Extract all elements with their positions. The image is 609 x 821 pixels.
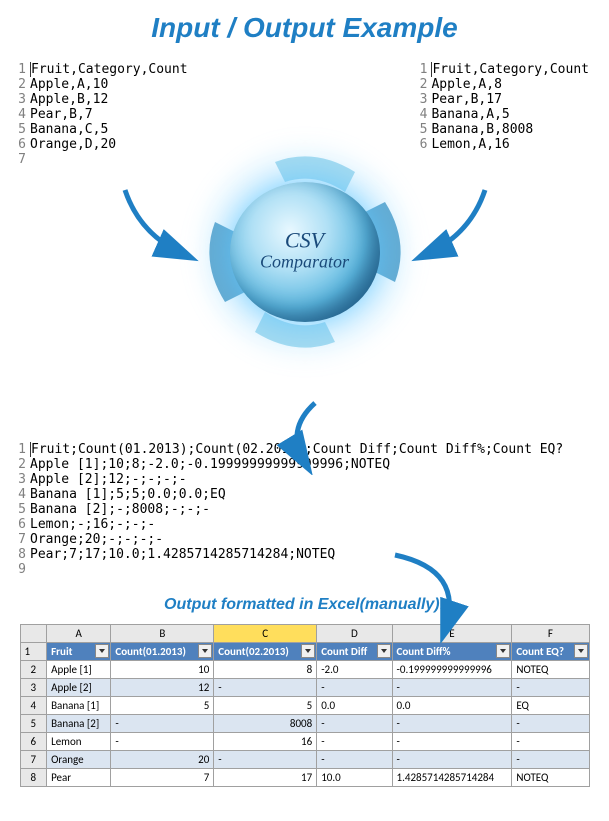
arrow-down-icon <box>255 395 355 475</box>
csv-line: 4Pear,B,7 <box>14 107 188 122</box>
filter-dropdown-icon[interactable] <box>95 644 109 658</box>
filter-dropdown-icon[interactable] <box>301 644 315 658</box>
cell[interactable]: 0.0 <box>392 697 512 715</box>
cell[interactable]: NOTEQ <box>512 661 589 679</box>
excel-table: ABCDEF 1FruitCount(01.2013)Count(02.2013… <box>20 624 590 787</box>
table-row: 4Banana [1]550.00.0EQ <box>20 697 589 715</box>
row-header[interactable]: 6 <box>20 733 47 751</box>
cell[interactable]: - <box>317 715 392 733</box>
cell[interactable]: - <box>512 679 589 697</box>
cell[interactable]: - <box>512 751 589 769</box>
cell[interactable]: - <box>392 733 512 751</box>
cell[interactable]: 16 <box>214 733 317 751</box>
cell[interactable]: 10.0 <box>317 769 392 787</box>
cell[interactable]: Orange <box>47 751 111 769</box>
row-header[interactable]: 4 <box>20 697 47 715</box>
cell[interactable]: 17 <box>214 769 317 787</box>
excel-body: 2Apple [1]108-2.0-0.199999999999996NOTEQ… <box>20 661 589 787</box>
filter-dropdown-icon[interactable] <box>496 644 510 658</box>
cell[interactable]: Apple [1] <box>47 661 111 679</box>
cell[interactable]: Pear <box>47 769 111 787</box>
csv-line: 1Fruit,Category,Count <box>14 62 188 77</box>
cell[interactable]: Banana [1] <box>47 697 111 715</box>
cell[interactable]: 10 <box>111 661 214 679</box>
page-title: Input / Output Example <box>0 0 609 62</box>
cell[interactable]: Banana [2] <box>47 715 111 733</box>
excel-col-headers: ABCDEF <box>20 625 589 643</box>
cell[interactable]: 5 <box>214 697 317 715</box>
logo-line1: CSV <box>260 227 349 253</box>
col-header[interactable]: F <box>512 625 589 643</box>
cell[interactable]: - <box>317 679 392 697</box>
cell[interactable]: - <box>214 751 317 769</box>
cell[interactable]: NOTEQ <box>512 769 589 787</box>
row-header[interactable]: 2 <box>20 661 47 679</box>
cell[interactable]: 20 <box>111 751 214 769</box>
cell[interactable]: Lemon <box>47 733 111 751</box>
cell[interactable]: - <box>512 733 589 751</box>
table-row: 3Apple [2]12---- <box>20 679 589 697</box>
cell[interactable]: 0.0 <box>317 697 392 715</box>
cell[interactable]: - <box>214 679 317 697</box>
cell[interactable]: 12 <box>111 679 214 697</box>
cell[interactable]: -0.199999999999996 <box>392 661 512 679</box>
col-header[interactable] <box>20 625 47 643</box>
csv-line: 3Pear,B,17 <box>415 92 589 107</box>
cell[interactable]: Apple [2] <box>47 679 111 697</box>
cell[interactable]: - <box>392 751 512 769</box>
row-header[interactable]: 3 <box>20 679 47 697</box>
table-row: 8Pear71710.01.4285714285714284NOTEQ <box>20 769 589 787</box>
row-header[interactable]: 8 <box>20 769 47 787</box>
csv-line: 1Fruit,Category,Count <box>415 62 589 77</box>
row-header[interactable]: 7 <box>20 751 47 769</box>
filter-header[interactable]: Count(01.2013) <box>111 643 214 661</box>
cell[interactable]: - <box>111 715 214 733</box>
col-header[interactable]: B <box>111 625 214 643</box>
cell[interactable]: 8008 <box>214 715 317 733</box>
filter-dropdown-icon[interactable] <box>377 644 391 658</box>
csv-line: 5Banana,C,5 <box>14 122 188 137</box>
logo-line2: Comparator <box>260 251 349 272</box>
table-row: 6Lemon-16--- <box>20 733 589 751</box>
cell[interactable]: - <box>317 751 392 769</box>
col-header[interactable]: C <box>214 625 317 643</box>
cell[interactable]: - <box>512 715 589 733</box>
cell[interactable]: 8 <box>214 661 317 679</box>
cell[interactable]: 5 <box>111 697 214 715</box>
cell[interactable]: 7 <box>111 769 214 787</box>
filter-header[interactable]: Count(02.2013) <box>214 643 317 661</box>
csv-line: 3Apple,B,12 <box>14 92 188 107</box>
csv-line: 5Banana [2];-;8008;-;-;- <box>14 502 563 517</box>
cell[interactable]: - <box>111 733 214 751</box>
table-row: 5Banana [2]-8008--- <box>20 715 589 733</box>
table-row: 2Apple [1]108-2.0-0.199999999999996NOTEQ <box>20 661 589 679</box>
csv-line: 2Apple,A,10 <box>14 77 188 92</box>
csv-line: 5Banana,B,8008 <box>415 122 589 137</box>
logo: CSV Comparator <box>0 137 609 372</box>
row-header[interactable]: 5 <box>20 715 47 733</box>
filter-dropdown-icon[interactable] <box>574 644 588 658</box>
csv-line: 4Banana,A,5 <box>415 107 589 122</box>
cell[interactable]: 1.4285714285714284 <box>392 769 512 787</box>
csv-line: 2Apple,A,8 <box>415 77 589 92</box>
cell[interactable]: - <box>392 679 512 697</box>
cell[interactable]: - <box>392 715 512 733</box>
excel-filter-headers: 1FruitCount(01.2013)Count(02.2013)Count … <box>20 643 589 661</box>
filter-header[interactable]: Count EQ? <box>512 643 589 661</box>
cell[interactable]: -2.0 <box>317 661 392 679</box>
col-header[interactable]: A <box>47 625 111 643</box>
cell[interactable]: - <box>317 733 392 751</box>
filter-header[interactable]: Count Diff <box>317 643 392 661</box>
subtitle: Output formatted in Excel(manually): <box>0 596 609 614</box>
csv-line: 4Banana [1];5;5;0.0;0.0;EQ <box>14 487 563 502</box>
arrow-excel-icon <box>380 545 490 645</box>
table-row: 7Orange20---- <box>20 751 589 769</box>
row-header[interactable]: 1 <box>20 643 47 661</box>
cell[interactable]: EQ <box>512 697 589 715</box>
filter-dropdown-icon[interactable] <box>198 644 212 658</box>
csv-line: 6Lemon;-;16;-;-;- <box>14 517 563 532</box>
filter-header[interactable]: Fruit <box>47 643 111 661</box>
filter-header[interactable]: Count Diff% <box>392 643 512 661</box>
